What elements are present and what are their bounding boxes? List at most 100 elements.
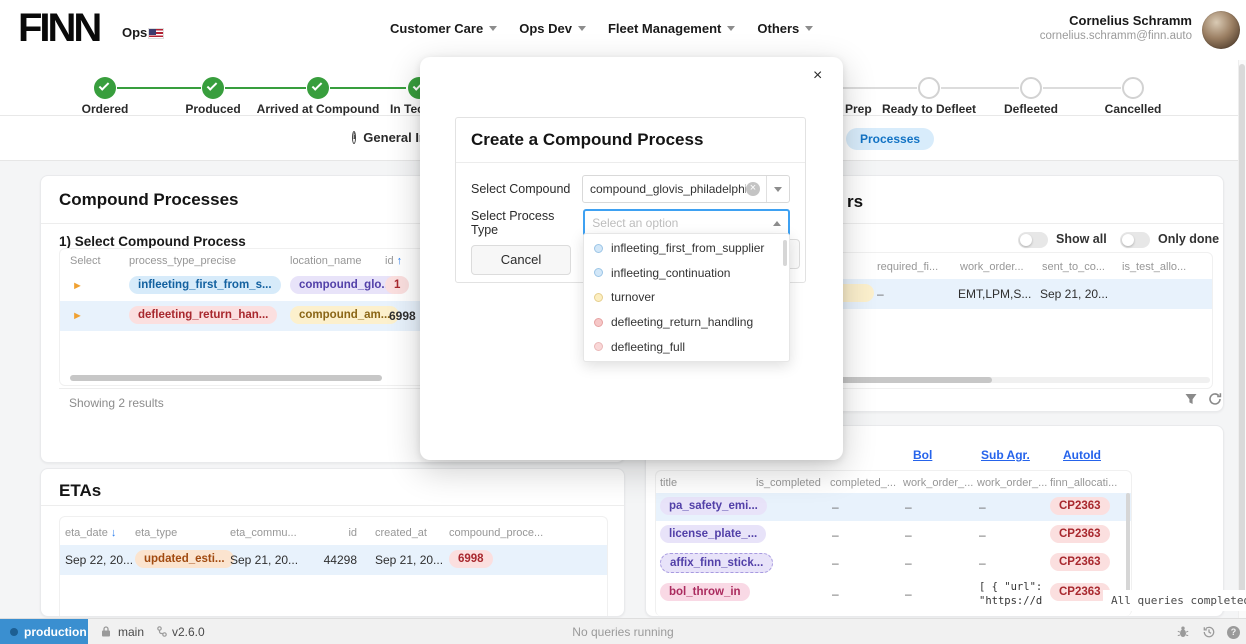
column-header[interactable]: id ↑	[385, 255, 402, 267]
column-header[interactable]: eta_date ↓	[65, 527, 116, 539]
id-value[interactable]: 6998	[389, 309, 416, 323]
location-tag[interactable]: compound_am...	[290, 306, 399, 324]
autoid-link[interactable]: AutoId	[1063, 448, 1101, 462]
chevron-down-icon[interactable]	[767, 183, 789, 196]
clear-icon[interactable]	[746, 182, 760, 196]
sub-agr-link[interactable]: Sub Agr.	[981, 448, 1030, 462]
task-title-tag[interactable]: pa_safety_emi...	[660, 497, 767, 515]
work-order-value[interactable]: –	[905, 587, 912, 601]
finn-allocation-tag[interactable]: CP2363	[1050, 583, 1110, 601]
tab-processes[interactable]: Processes	[846, 128, 934, 150]
finn-allocation-tag[interactable]: CP2363	[1050, 553, 1110, 571]
process-type-tag[interactable]: defleeting_return_han...	[129, 306, 277, 324]
task-title-tag[interactable]: affix_finn_stick...	[660, 553, 773, 573]
work-order-value[interactable]: –	[979, 556, 986, 570]
column-header[interactable]: sent_to_co...	[1042, 261, 1105, 273]
column-header[interactable]: finn_allocati...	[1050, 477, 1117, 489]
step-done-icon[interactable]	[94, 77, 116, 99]
column-header[interactable]: id	[300, 527, 357, 539]
column-header[interactable]: is_completed	[756, 477, 821, 489]
column-header[interactable]: Select	[70, 255, 101, 267]
eta-type-tag[interactable]: updated_esti...	[135, 550, 234, 568]
avatar[interactable]	[1202, 11, 1240, 49]
pointing-finger-icon[interactable]: ►	[72, 280, 83, 292]
column-header[interactable]: work_order_...	[903, 477, 973, 489]
work-order-value[interactable]: –	[979, 500, 986, 514]
horizontal-scrollbar[interactable]	[70, 375, 382, 381]
task-title-tag[interactable]: license_plate_...	[660, 525, 766, 543]
completed-value[interactable]: –	[832, 500, 839, 514]
only-done-toggle[interactable]	[1120, 232, 1150, 248]
step-done-icon[interactable]	[202, 77, 224, 99]
location-tag[interactable]: compound_glo...	[290, 276, 400, 294]
completed-value[interactable]: –	[832, 587, 839, 601]
compound-process-tag[interactable]: 6998	[449, 550, 493, 568]
step-pending-icon[interactable]	[918, 77, 940, 99]
work-order-json-line[interactable]: [ { "url":	[979, 581, 1042, 593]
history-icon[interactable]	[1202, 625, 1216, 639]
dropdown-option[interactable]: infleeting_first_from_supplier	[584, 236, 789, 261]
cancel-button[interactable]: Cancel	[471, 245, 571, 275]
work-order-value[interactable]: –	[905, 500, 912, 514]
eta-date[interactable]: Sep 22, 20...	[65, 553, 133, 567]
chevron-up-icon[interactable]	[766, 221, 788, 226]
work-order-value[interactable]: –	[905, 528, 912, 542]
nav-others[interactable]: Others	[757, 21, 813, 36]
work-order-value[interactable]: –	[979, 528, 986, 542]
table-row[interactable]: affix_finn_stick... – – – CP2363	[656, 549, 1131, 577]
step-done-icon[interactable]	[307, 77, 329, 99]
column-header[interactable]: compound_proce...	[449, 527, 543, 539]
column-header[interactable]: eta_type	[135, 527, 177, 539]
step-pending-icon[interactable]	[1020, 77, 1042, 99]
finn-allocation-tag[interactable]: CP2363	[1050, 497, 1110, 515]
nav-fleet-management[interactable]: Fleet Management	[608, 21, 735, 36]
task-title-tag[interactable]: bol_throw_in	[660, 583, 750, 601]
filter-icon[interactable]	[1184, 392, 1198, 406]
work-order-json-line[interactable]: "https://d	[979, 595, 1042, 607]
table-row[interactable]: license_plate_... – – – CP2363	[656, 521, 1131, 549]
tab-general-information[interactable]: General Ir	[352, 130, 424, 145]
work-order-value[interactable]: –	[905, 556, 912, 570]
work-order-value[interactable]: EMT,LPM,S...	[958, 287, 1031, 301]
column-header[interactable]: is_test_allo...	[1122, 261, 1186, 273]
close-icon[interactable]: ×	[813, 68, 822, 84]
column-header[interactable]: eta_commu...	[230, 527, 297, 539]
dropdown-option[interactable]: defleeting_return_handling	[584, 310, 789, 335]
required-field-value[interactable]: –	[877, 287, 884, 301]
dropdown-scrollbar[interactable]	[783, 240, 787, 266]
eta-id[interactable]: 44298	[300, 553, 357, 567]
table-row-selected[interactable]: Sep 22, 20... updated_esti... Sep 21, 20…	[60, 545, 607, 575]
sent-to-value[interactable]: Sep 21, 20...	[1040, 287, 1108, 301]
created-at[interactable]: Sep 21, 20...	[375, 553, 443, 567]
column-header[interactable]: work_order_...	[977, 477, 1047, 489]
pointing-finger-icon[interactable]: ►	[72, 310, 83, 322]
nav-customer-care[interactable]: Customer Care	[390, 21, 497, 36]
column-header[interactable]: work_order...	[960, 261, 1024, 273]
process-type-tag[interactable]: infleeting_first_from_s...	[129, 276, 281, 294]
debug-bug-icon[interactable]	[1176, 625, 1190, 639]
column-header[interactable]: location_name	[290, 255, 362, 267]
help-icon[interactable]	[1227, 626, 1240, 639]
dropdown-option[interactable]: infleeting_continuation	[584, 261, 789, 286]
column-header[interactable]: required_fi...	[877, 261, 938, 273]
dropdown-option[interactable]: turnover	[584, 285, 789, 310]
completed-value[interactable]: –	[832, 528, 839, 542]
bol-link[interactable]: Bol	[913, 448, 932, 462]
finn-allocation-tag[interactable]: CP2363	[1050, 525, 1110, 543]
page-scrollbar[interactable]	[1239, 64, 1245, 604]
table-row[interactable]: bol_throw_in – – [ { "url": "https://d C…	[656, 577, 1131, 615]
nav-ops-dev[interactable]: Ops Dev	[519, 21, 586, 36]
refresh-icon[interactable]	[1208, 392, 1222, 406]
step-pending-icon[interactable]	[1122, 77, 1144, 99]
completed-value[interactable]: –	[832, 556, 839, 570]
id-tag[interactable]: 1	[385, 276, 409, 294]
finn-logo[interactable]: FINN	[18, 6, 99, 51]
column-header[interactable]: created_at	[375, 527, 427, 539]
table-row-selected[interactable]: pa_safety_emi... – – – CP2363	[656, 493, 1131, 521]
eta-communicated[interactable]: Sep 21, 20...	[230, 553, 298, 567]
dropdown-option[interactable]: defleeting_full	[584, 334, 789, 359]
column-header[interactable]: title	[660, 477, 677, 489]
select-compound-input[interactable]: compound_glovis_philadelphia	[582, 175, 790, 203]
show-all-toggle[interactable]	[1018, 232, 1048, 248]
column-header[interactable]: process_type_precise	[129, 255, 236, 267]
